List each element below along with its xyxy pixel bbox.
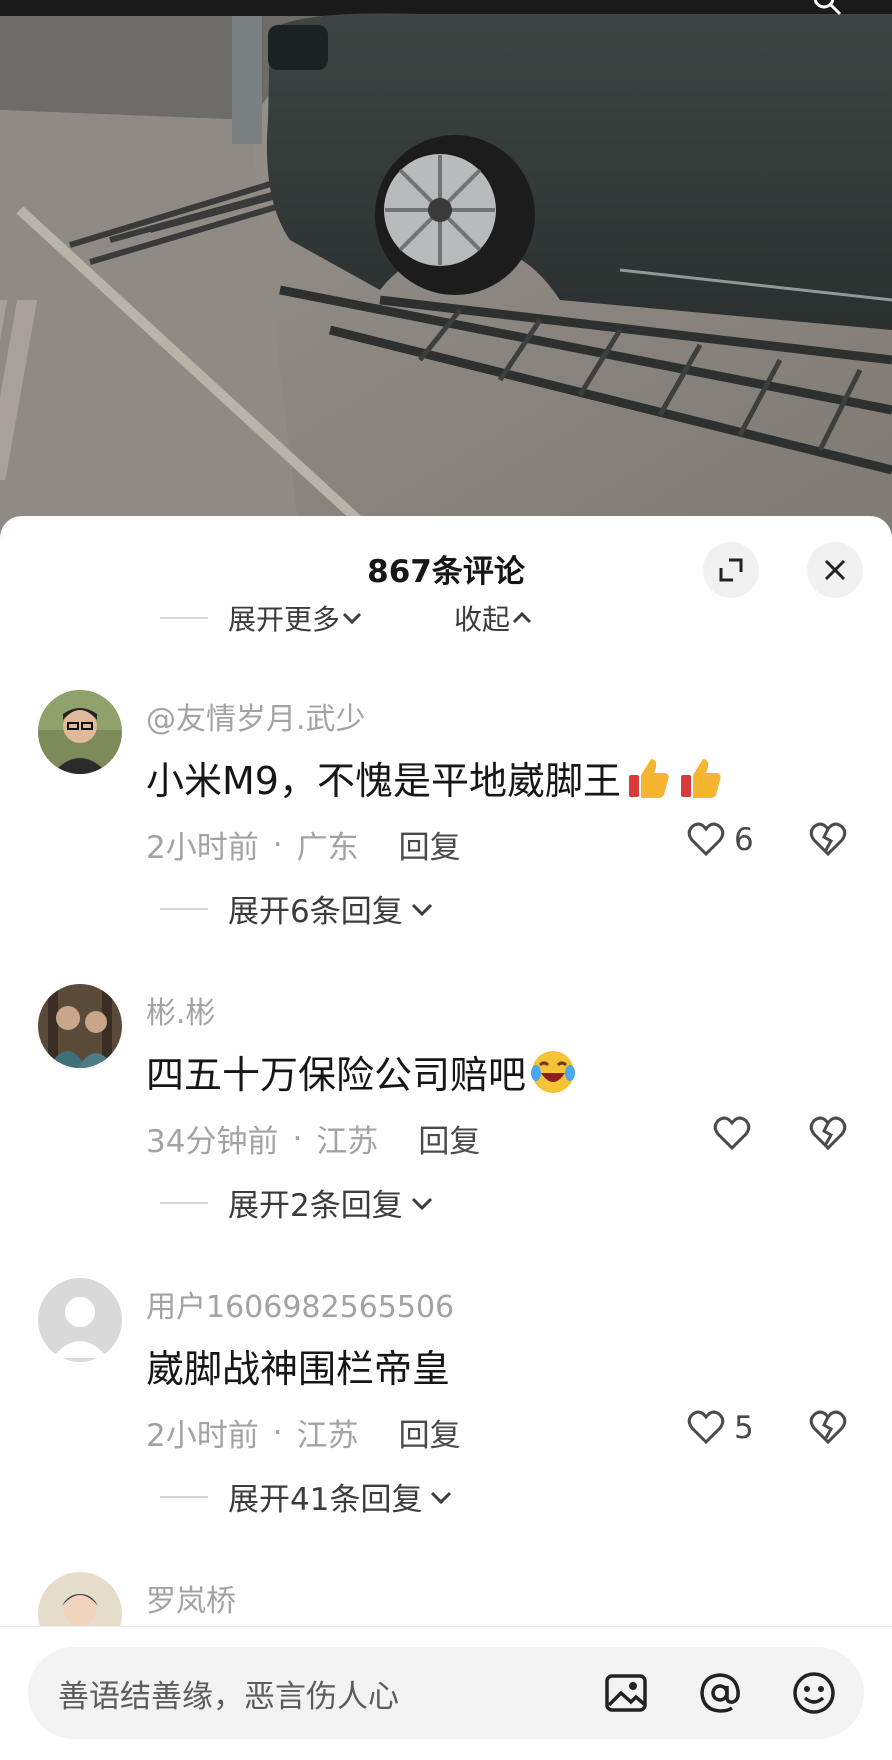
image-icon (605, 1674, 647, 1712)
reply-button[interactable]: 回复 (399, 1410, 461, 1455)
expand-replies-button[interactable]: 展开6条回复 (160, 886, 435, 931)
at-sign-icon (700, 1673, 740, 1713)
mention-button[interactable] (696, 1669, 744, 1717)
expand-replies-label: 展开2条回复 (228, 1188, 403, 1224)
image-button[interactable] (602, 1669, 650, 1717)
divider-line (160, 1495, 208, 1498)
chevron-down-icon (411, 1197, 432, 1210)
broken-heart-icon[interactable] (808, 1408, 848, 1448)
username[interactable]: 罗岚桥 (146, 1576, 236, 1620)
like-button[interactable]: 5 (686, 1408, 754, 1448)
comment-location: 广东 (296, 830, 359, 866)
avatar[interactable] (38, 690, 122, 774)
expand-replies-button[interactable]: 展开41条回复 (160, 1474, 454, 1519)
comment-text: 小米M9，不愧是平地崴脚王 (146, 750, 725, 805)
comment-time: 2小时前 (146, 830, 259, 866)
heart-icon (687, 1410, 725, 1445)
divider-line (160, 907, 208, 910)
collapse-link[interactable]: 收起 (454, 598, 510, 638)
username[interactable]: 用户1606982565506 (146, 1282, 454, 1326)
like-button[interactable]: 6 (686, 820, 754, 860)
comment-text: 四五十万保险公司赔吧 (146, 1044, 578, 1099)
avatar[interactable] (38, 1278, 122, 1362)
comment-location: 江苏 (296, 1418, 359, 1454)
divider-line (160, 1201, 208, 1204)
comments-panel: 867条评论 展开更多 收起 @友情岁月.武少 小米M9，不愧是平地崴脚王 2小… (0, 516, 892, 1759)
comment-time: 34分钟前 (146, 1124, 279, 1160)
heart-icon (713, 1116, 751, 1151)
chevron-down-icon (342, 612, 362, 625)
comment-input-placeholder[interactable]: 善语结善缘，恶言伤人心 (58, 1671, 602, 1716)
avatar[interactable] (38, 984, 122, 1068)
expand-replies-label: 展开6条回复 (228, 894, 403, 930)
car-on-fence-photo (0, 0, 892, 540)
comment-input-bar: 善语结善缘，恶言伤人心 (0, 1626, 892, 1760)
video-thumbnail[interactable] (0, 0, 892, 540)
expand-icon (719, 558, 743, 582)
like-count: 5 (734, 1410, 754, 1446)
expand-collapse-row: 展开更多 收起 (160, 598, 534, 638)
expand-more-link[interactable]: 展开更多 (228, 598, 340, 638)
expand-replies-label: 展开41条回复 (228, 1482, 423, 1518)
username[interactable]: 彬.彬 (146, 988, 216, 1032)
comment-text-content: 崴脚战神围栏帝皇 (146, 1347, 451, 1391)
like-count: 6 (734, 822, 754, 858)
smiley-icon (793, 1672, 835, 1714)
username[interactable]: @友情岁月.武少 (146, 694, 366, 738)
comment-time: 2小时前 (146, 1418, 259, 1454)
expand-replies-button[interactable]: 展开2条回复 (160, 1180, 435, 1225)
divider-line (160, 617, 208, 619)
laughing-crying-icon (531, 1050, 576, 1093)
comment-text: 崴脚战神围栏帝皇 (146, 1338, 450, 1393)
comment-location: 江苏 (316, 1124, 379, 1160)
emoji-button[interactable] (790, 1669, 838, 1717)
comment-meta: 34分钟前 · 江苏 回复 (146, 1116, 480, 1161)
thumbs-up-icon (680, 758, 721, 798)
chevron-up-icon (512, 611, 532, 624)
comment-meta: 2小时前 · 广东 回复 (146, 822, 461, 867)
heart-icon (687, 822, 725, 857)
broken-heart-icon[interactable] (808, 820, 848, 860)
close-icon (824, 559, 846, 581)
fullscreen-button[interactable] (703, 542, 759, 598)
like-button[interactable] (712, 1114, 752, 1154)
comment-text-content: 四五十万保险公司赔吧 (146, 1053, 527, 1097)
search-icon[interactable] (812, 0, 842, 16)
close-button[interactable] (807, 542, 863, 598)
comment-input[interactable]: 善语结善缘，恶言伤人心 (28, 1647, 864, 1739)
chevron-down-icon (411, 903, 432, 916)
comment-meta: 2小时前 · 江苏 回复 (146, 1410, 461, 1455)
comment-text-content: 小米M9，不愧是平地崴脚王 (146, 759, 621, 803)
reply-button[interactable]: 回复 (399, 822, 461, 867)
chevron-down-icon (431, 1491, 452, 1504)
thumbs-up-icon (628, 758, 669, 798)
broken-heart-icon[interactable] (808, 1114, 848, 1154)
reply-button[interactable]: 回复 (418, 1116, 480, 1161)
